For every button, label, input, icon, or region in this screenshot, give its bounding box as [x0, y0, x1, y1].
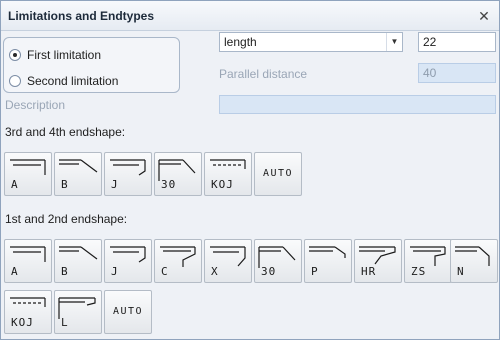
- endshape-label: X: [211, 265, 219, 278]
- endshape-34-b-button[interactable]: B: [54, 152, 102, 196]
- endshape-auto-label: AUTO: [112, 306, 144, 317]
- radio-checked-icon[interactable]: [9, 49, 21, 61]
- endshape-12-c-button[interactable]: C: [154, 239, 202, 283]
- endshape-label: ZS: [411, 265, 427, 278]
- endshape-12-x-button[interactable]: X: [204, 239, 252, 283]
- limitation-radio-group: First limitation Second limitation: [3, 37, 180, 93]
- section-label-3rd-4th: 3rd and 4th endshape:: [5, 125, 126, 139]
- type-select[interactable]: length ▼: [219, 32, 403, 52]
- endshape-label: HR: [361, 265, 377, 278]
- radio-first-limitation[interactable]: First limitation: [9, 46, 101, 64]
- endshape-label: N: [457, 265, 465, 278]
- endshape-12-auto-button[interactable]: AUTO: [104, 290, 152, 334]
- chevron-down-icon[interactable]: ▼: [386, 33, 402, 51]
- endshape-label: A: [11, 178, 19, 191]
- title-bar: Limitations and Endtypes ✕: [1, 1, 499, 31]
- endshape-12-hr-button[interactable]: HR: [354, 239, 402, 283]
- radio-label-second: Second limitation: [27, 74, 119, 88]
- endshape-label: J: [111, 178, 119, 191]
- endshape-12-b-button[interactable]: B: [54, 239, 102, 283]
- window-title: Limitations and Endtypes: [8, 9, 155, 23]
- endshape-34-auto-button[interactable]: AUTO: [254, 152, 302, 196]
- endshape-12-30-button[interactable]: 30: [254, 239, 302, 283]
- length-input[interactable]: [418, 32, 496, 52]
- endshape-12-n-button[interactable]: N: [450, 239, 498, 283]
- endshape-12-koj-button[interactable]: KOJ: [4, 290, 52, 334]
- endshape-label: KOJ: [11, 316, 34, 329]
- description-input[interactable]: [219, 95, 496, 114]
- endshape-label: B: [61, 265, 69, 278]
- endshape-auto-label: AUTO: [262, 168, 294, 179]
- parallel-distance-input[interactable]: 40: [418, 63, 496, 83]
- close-icon[interactable]: ✕: [476, 8, 492, 24]
- endshape-12-a-button[interactable]: A: [4, 239, 52, 283]
- radio-second-limitation[interactable]: Second limitation: [9, 72, 118, 90]
- endshape-12-p-button[interactable]: P: [304, 239, 352, 283]
- endshape-12-l-button[interactable]: L: [54, 290, 102, 334]
- endshape-label: B: [61, 178, 69, 191]
- endshape-34-30-button[interactable]: 30: [154, 152, 202, 196]
- endshape-label: L: [61, 316, 69, 329]
- endshape-label: C: [161, 265, 169, 278]
- section-label-1st-2nd: 1st and 2nd endshape:: [5, 212, 128, 226]
- endshape-label: KOJ: [211, 178, 234, 191]
- dialog-content: First limitation Second limitation lengt…: [1, 32, 499, 339]
- endshape-label: A: [11, 265, 19, 278]
- type-select-value: length: [224, 35, 257, 49]
- radio-unchecked-icon[interactable]: [9, 75, 21, 87]
- endshape-12-zs-button[interactable]: ZS: [404, 239, 452, 283]
- limitations-endtypes-dialog: Limitations and Endtypes ✕ First limitat…: [0, 0, 500, 340]
- endshape-34-a-button[interactable]: A: [4, 152, 52, 196]
- parallel-distance-label: Parallel distance: [219, 67, 308, 81]
- endshape-label: P: [311, 265, 319, 278]
- endshape-34-j-button[interactable]: J: [104, 152, 152, 196]
- endshape-34-koj-button[interactable]: KOJ: [204, 152, 252, 196]
- radio-label-first: First limitation: [27, 48, 102, 62]
- endshape-label: 30: [161, 178, 177, 191]
- endshape-label: 30: [261, 265, 277, 278]
- endshape-label: J: [111, 265, 119, 278]
- endshape-12-j-button[interactable]: J: [104, 239, 152, 283]
- description-label: Description: [5, 98, 66, 112]
